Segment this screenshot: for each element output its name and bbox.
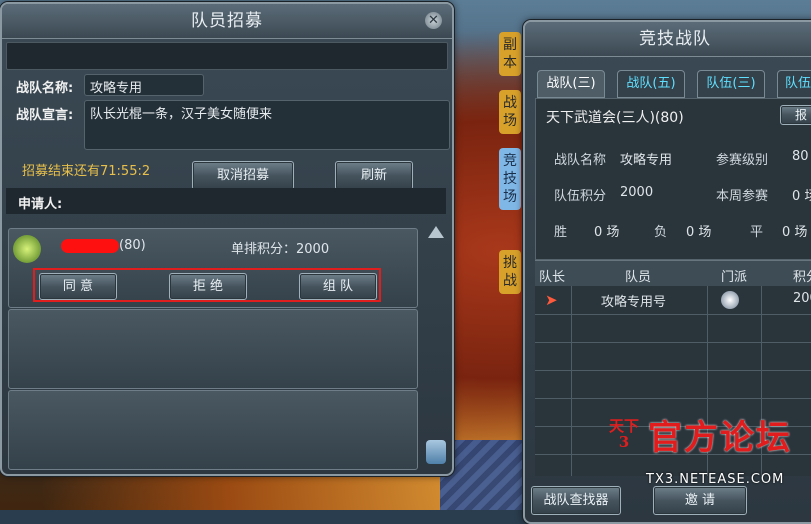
tab-party[interactable]: 队伍 (777, 70, 811, 98)
captain-flag-icon: ➤ (545, 291, 558, 309)
arena-title: 竞技战队 (525, 22, 811, 57)
member-name: 攻略专用号 (601, 295, 667, 310)
scroll-up-icon[interactable] (428, 226, 444, 238)
logo-seal: 天下3 (604, 418, 644, 468)
applicant-score: 单排积分：2000 (231, 242, 330, 257)
recruit-countdown: 招募结束还有71:55:2 (22, 164, 151, 179)
event-title: 天下武道会(三人)(80) (546, 110, 684, 126)
tab-dungeon[interactable]: 副本 (499, 32, 521, 76)
scrollbar[interactable] (426, 226, 446, 466)
close-icon[interactable]: ✕ (425, 12, 442, 29)
refresh-button[interactable]: 刷新 (335, 161, 413, 190)
recruit-window: 队员招募 ✕ 战队名称: 攻略专用 战队宣言: 队长光棍一条，汉子美女随便来 招… (0, 2, 454, 476)
col-faction: 门派 (721, 270, 748, 285)
lose-value: 0 场 (686, 225, 712, 240)
watermark-logo: 天下3 (608, 417, 639, 451)
level-label: 参赛级别 (716, 153, 769, 168)
tab-challenge[interactable]: 挑战 (499, 250, 521, 294)
table-header: 队长 队员 门派 积分 (535, 260, 811, 287)
level-value: 80 (792, 149, 809, 164)
agree-button[interactable]: 同 意 (39, 273, 117, 300)
score-value: 2000 (620, 185, 654, 200)
applicant-level: (80) (119, 238, 146, 253)
draw-label: 平 (750, 225, 764, 240)
tab-party-3[interactable]: 队伍(三) (697, 70, 765, 98)
faction-icon (721, 291, 739, 309)
draw-value: 0 场 (782, 225, 808, 240)
avatar-lotus-icon (13, 235, 41, 263)
weekly-value: 0 场 (792, 189, 811, 204)
watermark-url: TX3.NETEASE.COM (646, 472, 785, 487)
win-value: 0 场 (594, 225, 620, 240)
col-score: 积分 (793, 270, 811, 285)
team-name-value: 攻略专用 (620, 153, 673, 168)
cancel-recruit-button[interactable]: 取消招募 (192, 161, 294, 190)
empty-applicant-row (8, 390, 418, 470)
declaration-label: 战队宣言: (16, 108, 74, 123)
applicants-header: 申请人: (6, 188, 446, 214)
declaration-field[interactable]: 队长光棍一条，汉子美女随便来 (84, 100, 450, 150)
member-score: 200 (793, 291, 811, 306)
team-name-field[interactable]: 攻略专用 (84, 74, 204, 96)
signup-button[interactable]: 报 (780, 105, 811, 125)
tab-team-3[interactable]: 战队(三) (537, 70, 605, 98)
watermark-text: 官方论坛 (648, 418, 792, 458)
team-name-label: 战队名称: (16, 81, 74, 96)
applicants-label: 申请人: (18, 197, 63, 212)
col-captain: 队长 (539, 270, 566, 285)
team-name-label: 战队名称 (554, 153, 607, 168)
redacted-name (61, 239, 119, 253)
group-button[interactable]: 组 队 (299, 273, 377, 300)
tab-battlefield[interactable]: 战场 (499, 90, 521, 134)
lose-label: 负 (654, 225, 668, 240)
tab-arena[interactable]: 竞技场 (499, 148, 521, 210)
weekly-label: 本周参赛 (716, 189, 769, 204)
win-label: 胜 (554, 225, 568, 240)
team-info: 天下武道会(三人)(80) 报 战队名称 攻略专用 参赛级别 80 队伍积分 2… (535, 98, 811, 260)
recruit-title: 队员招募 (2, 4, 452, 39)
invite-button[interactable]: 邀 请 (653, 486, 747, 515)
col-member: 队员 (625, 270, 652, 285)
header-strip (6, 42, 448, 70)
tab-team-5[interactable]: 战队(五) (617, 70, 685, 98)
reject-button[interactable]: 拒 绝 (169, 273, 247, 300)
scroll-thumb[interactable] (426, 440, 446, 464)
score-label: 队伍积分 (554, 189, 607, 204)
applicant-row: (80) 单排积分：2000 同 意 拒 绝 组 队 (8, 228, 418, 308)
team-finder-button[interactable]: 战队查找器 (531, 486, 621, 515)
empty-applicant-row (8, 309, 418, 389)
